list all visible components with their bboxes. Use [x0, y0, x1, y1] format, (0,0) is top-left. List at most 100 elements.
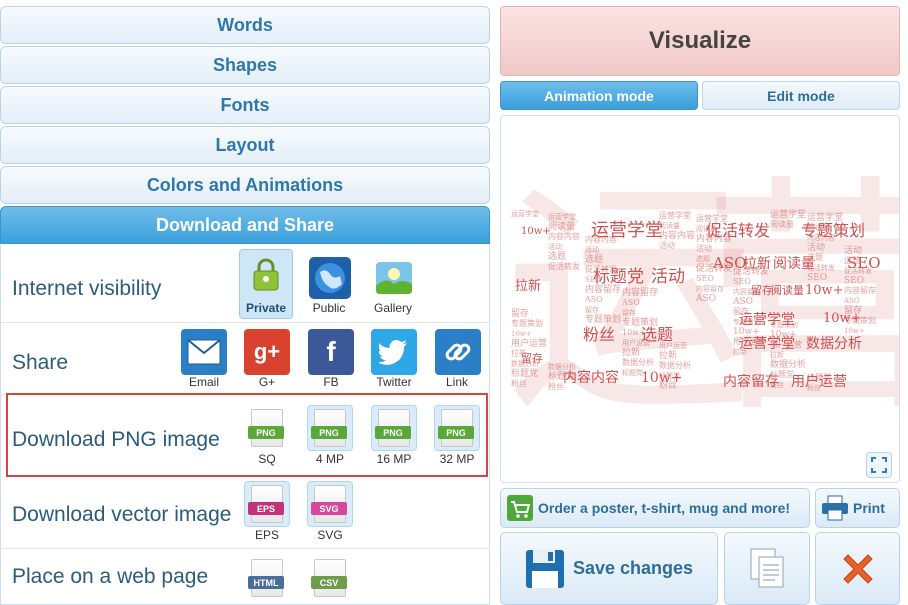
svg-file-icon: SVG	[311, 485, 347, 523]
wordcloud-filler-word: 促活转发	[844, 266, 872, 275]
wordcloud-filler-word: 选题	[548, 250, 566, 262]
wordcloud-filler-word: ASO	[843, 297, 860, 305]
copy-icon	[750, 548, 784, 587]
wordcloud-svg: 运营运营学堂促活转发专题策划标题党活动ASO拉新阅读量SEO10w+粉丝选题留存…	[505, 154, 899, 445]
wordcloud-filler-word: 10w+	[511, 330, 532, 338]
visibility-label: Internet visibility	[12, 277, 162, 300]
expand-icon	[871, 457, 887, 473]
webpage-row: Place on a web page HTML CSV	[1, 549, 489, 605]
save-label: Save changes	[573, 558, 694, 578]
wordcloud-filler-word: SEO	[696, 274, 714, 283]
wordcloud-filler-word: 阅读量	[807, 222, 831, 232]
wordcloud-filler-word: 内容内容	[807, 233, 835, 242]
wordcloud-filler-word: 标题党	[807, 372, 831, 382]
wordcloud-filler-word: 拉新	[659, 349, 677, 361]
public-option[interactable]	[307, 255, 353, 301]
wordcloud-filler-word: 数据分析	[659, 360, 691, 370]
wordcloud-filler-word: 标题党	[770, 369, 794, 379]
wordcloud-filler-word: 数据分析	[548, 362, 576, 371]
wordcloud-filler-word: 运营学堂	[770, 208, 806, 220]
wordcloud-word: 10w+	[521, 226, 551, 237]
html-file-icon: HTML	[248, 559, 284, 597]
twitter-icon	[379, 339, 407, 365]
wordcloud-filler-word: 留存	[622, 308, 636, 317]
print-label: Print	[853, 500, 885, 516]
wordcloud-filler-word: 活动	[807, 241, 825, 253]
html-button[interactable]: HTML	[244, 555, 290, 601]
accordion-fonts[interactable]: Fonts	[0, 86, 490, 124]
wordcloud-filler-word: 内容留存	[585, 283, 621, 295]
twitter-share[interactable]	[371, 329, 417, 375]
png-highlight-box	[6, 393, 488, 477]
wordcloud-filler-word: 粉丝	[548, 381, 564, 391]
globe-icon	[309, 257, 351, 299]
wordcloud-filler-word: 运营学堂	[511, 209, 539, 218]
wordcloud-filler-word: 拉新	[770, 350, 784, 359]
wordcloud-filler-word: 内容内容	[585, 234, 617, 244]
wordcloud-filler-word: 选题	[585, 253, 603, 265]
copy-button[interactable]	[724, 532, 810, 605]
svg-button[interactable]: SVG	[307, 481, 353, 527]
animation-mode-tab[interactable]: Animation mode	[500, 81, 698, 110]
vector-row: Download vector image EPS EPS SVG SVG	[1, 477, 489, 549]
wordcloud-filler-word: 留存	[585, 305, 599, 314]
wordcloud-filler-word: SEO	[733, 277, 751, 286]
wordcloud-filler-word: 内容留存	[622, 286, 658, 298]
accordion-download-share[interactable]: Download and Share	[0, 206, 490, 244]
floppy-disk-icon	[526, 549, 564, 588]
visualize-button[interactable]: Visualize	[500, 6, 900, 76]
gplus-share[interactable]: g+	[244, 329, 290, 375]
fullscreen-button[interactable]	[866, 452, 892, 478]
wordcloud-filler-word: 数据分析	[770, 358, 806, 370]
wordcloud-filler-word: ASO	[695, 294, 716, 304]
wordcloud-word: 阅读量	[771, 283, 804, 297]
facebook-icon: f	[326, 336, 336, 367]
wordcloud-canvas[interactable]: 运营运营学堂促活转发专题策划标题党活动ASO拉新阅读量SEO10w+粉丝选题留存…	[500, 115, 900, 483]
wordcloud-filler-word: 用户运营	[659, 341, 687, 350]
wordcloud-filler-word: 活动	[659, 240, 675, 250]
fb-caption: FB	[323, 375, 339, 389]
accordion-shapes[interactable]: Shapes	[0, 46, 490, 84]
email-share[interactable]	[181, 329, 227, 375]
edit-mode-tab[interactable]: Edit mode	[702, 81, 900, 110]
wordcloud-filler-word: 活动	[844, 244, 862, 256]
csv-button[interactable]: CSV	[307, 555, 353, 601]
wordcloud-filler-word: 阅读量	[659, 221, 680, 230]
wordcloud-word: 10w+	[805, 283, 844, 298]
wordcloud-filler-word: 阅读量	[770, 219, 794, 229]
csv-file-icon: CSV	[311, 559, 347, 597]
facebook-share[interactable]: f	[308, 329, 354, 375]
lock-icon	[253, 258, 279, 291]
link-caption: Link	[445, 375, 468, 389]
twitter-caption: Twitter	[376, 375, 412, 389]
wordcloud-filler-word: 数据分析	[622, 357, 654, 367]
wordcloud-filler-word: ASO	[732, 297, 753, 307]
shopping-cart-icon	[507, 495, 533, 521]
wordcloud-filler-word: 运营学堂	[807, 211, 843, 223]
wordcloud-filler-word: 选题	[844, 255, 860, 265]
wordcloud-filler-word: SEO	[844, 276, 864, 286]
gallery-option[interactable]	[371, 255, 417, 301]
print-button[interactable]: Print	[815, 488, 900, 528]
left-panel: Words Shapes Fonts Layout Colors and Ani…	[0, 0, 490, 605]
wordcloud-filler-word: SEO	[807, 273, 827, 283]
wordcloud-filler-word: 内容留存	[733, 287, 761, 296]
accordion-layout[interactable]: Layout	[0, 126, 490, 164]
wordcloud-filler-word: 10w+	[844, 327, 865, 335]
accordion-colors-animations[interactable]: Colors and Animations	[0, 166, 490, 204]
wordcloud-filler-word: 内容内容	[659, 229, 695, 241]
save-changes-button[interactable]: Save changes	[500, 532, 718, 605]
wordcloud-filler-word: 留存	[511, 307, 529, 319]
wordcloud-filler-word: 内容留存	[696, 284, 724, 293]
close-x-icon	[842, 553, 873, 584]
wordcloud-filler-word: 活动	[696, 243, 712, 253]
eps-button[interactable]: EPS	[244, 481, 290, 527]
link-share[interactable]	[435, 329, 481, 375]
wordcloud-filler-word: 运营学堂	[548, 212, 576, 221]
order-merch-button[interactable]: Order a poster, t-shirt, mug and more!	[500, 488, 810, 528]
wordcloud-filler-word: 内容内容	[548, 231, 580, 241]
wordcloud-filler-word: 选题	[807, 252, 823, 262]
wordcloud-filler-word: 促活转发	[807, 263, 835, 272]
delete-button[interactable]	[815, 532, 900, 605]
accordion-words[interactable]: Words	[0, 6, 490, 44]
